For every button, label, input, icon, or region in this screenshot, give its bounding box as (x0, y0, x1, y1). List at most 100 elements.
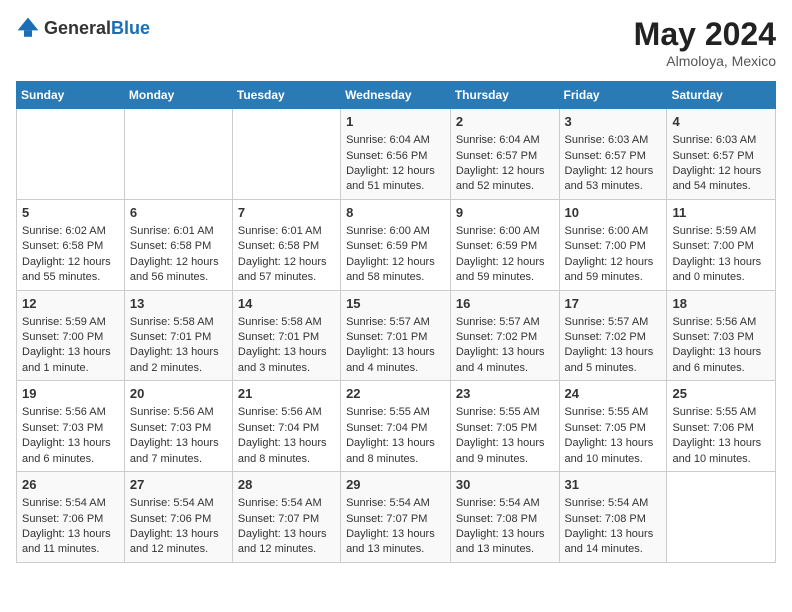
day-content: Daylight: 12 hours (22, 255, 119, 270)
day-content: Sunrise: 5:56 AM (672, 315, 770, 330)
calendar-cell: 9Sunrise: 6:00 AMSunset: 6:59 PMDaylight… (450, 199, 559, 290)
day-number: 31 (565, 476, 662, 494)
day-content: and 13 minutes. (456, 542, 554, 557)
day-content: Daylight: 13 hours (672, 345, 770, 360)
day-content: Sunrise: 5:54 AM (130, 496, 227, 511)
calendar-cell: 14 Sunrise: 5:58 AMSunset: 7:01 PMDayligh… (232, 290, 340, 381)
day-content: Sunset: 7:00 PM (672, 239, 770, 254)
day-content: and 58 minutes. (346, 270, 445, 285)
day-content: Sunrise: 6:00 AM (456, 224, 554, 239)
day-content: Sunrise: 5:55 AM (346, 405, 445, 420)
calendar-cell: 5Sunrise: 6:02 AMSunset: 6:58 PMDaylight… (17, 199, 125, 290)
day-number: 26 (22, 476, 119, 494)
header-day-wednesday: Wednesday (341, 82, 451, 109)
day-content: Sunrise: 5:54 AM (456, 496, 554, 511)
month-title: May 2024 (634, 16, 776, 53)
day-content: Daylight: 12 hours (456, 164, 554, 179)
day-number: 25 (672, 385, 770, 403)
day-content: and 10 minutes. (565, 452, 662, 467)
calendar-cell: 1Sunrise: 6:04 AMSunset: 6:56 PMDaylight… (341, 109, 451, 200)
day-content: Daylight: 12 hours (238, 255, 335, 270)
header-day-monday: Monday (124, 82, 232, 109)
calendar-cell: 12Sunrise: 5:59 AMSunset: 7:00 PMDayligh… (17, 290, 125, 381)
day-content: Sunrise: 5:55 AM (456, 405, 554, 420)
day-content: Sunset: 7:06 PM (22, 512, 119, 527)
title-area: May 2024 Almoloya, Mexico (634, 16, 776, 69)
day-content: Sunrise: 6:01 AM (238, 224, 335, 239)
calendar-cell: 7Sunrise: 6:01 AMSunset: 6:58 PMDaylight… (232, 199, 340, 290)
header-day-friday: Friday (559, 82, 667, 109)
day-number: 14 (238, 295, 335, 313)
day-content: and 5 minutes. (565, 361, 662, 376)
day-number: 16 (456, 295, 554, 313)
day-content: and 11 minutes. (22, 542, 119, 557)
calendar-cell: 11Sunrise: 5:59 AMSunset: 7:00 PMDayligh… (667, 199, 776, 290)
calendar-table: SundayMondayTuesdayWednesdayThursdayFrid… (16, 81, 776, 563)
day-content: Sunset: 6:58 PM (238, 239, 335, 254)
day-content: Sunset: 6:57 PM (565, 149, 662, 164)
day-content: Sunset: 7:08 PM (456, 512, 554, 527)
day-content: Sunrise: 5:58 AM (130, 315, 227, 330)
day-content: and 4 minutes. (346, 361, 445, 376)
day-content: Sunset: 7:01 PM (130, 330, 227, 345)
day-content: Daylight: 13 hours (130, 527, 227, 542)
day-content: and 51 minutes. (346, 179, 445, 194)
calendar-cell: 21Sunrise: 5:56 AMSunset: 7:04 PMDayligh… (232, 381, 340, 472)
day-content: Daylight: 13 hours (565, 527, 662, 542)
calendar-cell: 25 Sunrise: 5:55 AMSunset: 7:06 PMDayligh… (667, 381, 776, 472)
day-content: and 59 minutes. (456, 270, 554, 285)
calendar-cell: 4Sunrise: 6:03 AMSunset: 6:57 PMDaylight… (667, 109, 776, 200)
day-content: Sunset: 7:02 PM (565, 330, 662, 345)
calendar-cell (124, 109, 232, 200)
calendar-week-row: 26 Sunrise: 5:54 AM Sunset: 7:06 PM Dayligh… (17, 472, 776, 563)
day-content: Sunset: 6:57 PM (456, 149, 554, 164)
calendar-cell: 17Sunrise: 5:57 AMSunset: 7:02 PMDayligh… (559, 290, 667, 381)
calendar-cell: 15Sunrise: 5:57 AMSunset: 7:01 PMDayligh… (341, 290, 451, 381)
day-content: Sunrise: 6:04 AM (456, 133, 554, 148)
day-number: 5 (22, 204, 119, 222)
day-content: and 52 minutes. (456, 179, 554, 194)
logo-text-general: General (44, 18, 111, 38)
day-content: Daylight: 13 hours (672, 436, 770, 451)
day-number: 21 (238, 385, 335, 403)
header-day-tuesday: Tuesday (232, 82, 340, 109)
day-content: Daylight: 12 hours (456, 255, 554, 270)
day-number: 2 (456, 113, 554, 131)
day-content: Daylight: 12 hours (130, 255, 227, 270)
day-content: and 2 minutes. (130, 361, 227, 376)
day-number: 1 (346, 113, 445, 131)
calendar-cell: 2 Sunrise: 6:04 AMSunset: 6:57 PMDaylight… (450, 109, 559, 200)
day-content: Sunrise: 6:03 AM (672, 133, 770, 148)
day-content: and 3 minutes. (238, 361, 335, 376)
day-content: Sunset: 6:56 PM (346, 149, 445, 164)
day-content: Sunset: 6:57 PM (672, 149, 770, 164)
day-content: Sunrise: 5:59 AM (672, 224, 770, 239)
day-content: Daylight: 13 hours (346, 527, 445, 542)
day-content: Sunset: 7:05 PM (456, 421, 554, 436)
day-number: 24 (565, 385, 662, 403)
day-content: Sunrise: 5:58 AM (238, 315, 335, 330)
day-content: Sunrise: 5:55 AM (672, 405, 770, 420)
day-content: and 12 minutes. (130, 542, 227, 557)
calendar-cell: 29Sunrise: 5:54 AMSunset: 7:07 PMDayligh… (341, 472, 451, 563)
day-number: 15 (346, 295, 445, 313)
day-content: and 12 minutes. (238, 542, 335, 557)
day-content: Daylight: 13 hours (456, 345, 554, 360)
day-content: and 6 minutes. (672, 361, 770, 376)
day-content: Daylight: 13 hours (238, 527, 335, 542)
day-number: 4 (672, 113, 770, 131)
calendar-cell: 16Sunrise: 5:57 AMSunset: 7:02 PMDayligh… (450, 290, 559, 381)
calendar-week-row: 1 Sunrise: 6:04 AM Sunset: 6:56 PM Daylight… (17, 109, 776, 200)
day-content: Sunset: 7:01 PM (238, 330, 335, 345)
day-content: Sunrise: 5:54 AM (238, 496, 335, 511)
day-content: Sunrise: 5:54 AM (565, 496, 662, 511)
day-number: 10 (565, 204, 662, 222)
day-content: Daylight: 13 hours (22, 345, 119, 360)
day-content: Sunset: 7:02 PM (456, 330, 554, 345)
day-content: Daylight: 13 hours (238, 345, 335, 360)
day-content: Sunset: 7:06 PM (672, 421, 770, 436)
calendar-cell (232, 109, 340, 200)
day-content: and 57 minutes. (238, 270, 335, 285)
day-content: Sunset: 7:07 PM (238, 512, 335, 527)
calendar-cell: 10Sunrise: 6:00 AMSunset: 7:00 PMDayligh… (559, 199, 667, 290)
